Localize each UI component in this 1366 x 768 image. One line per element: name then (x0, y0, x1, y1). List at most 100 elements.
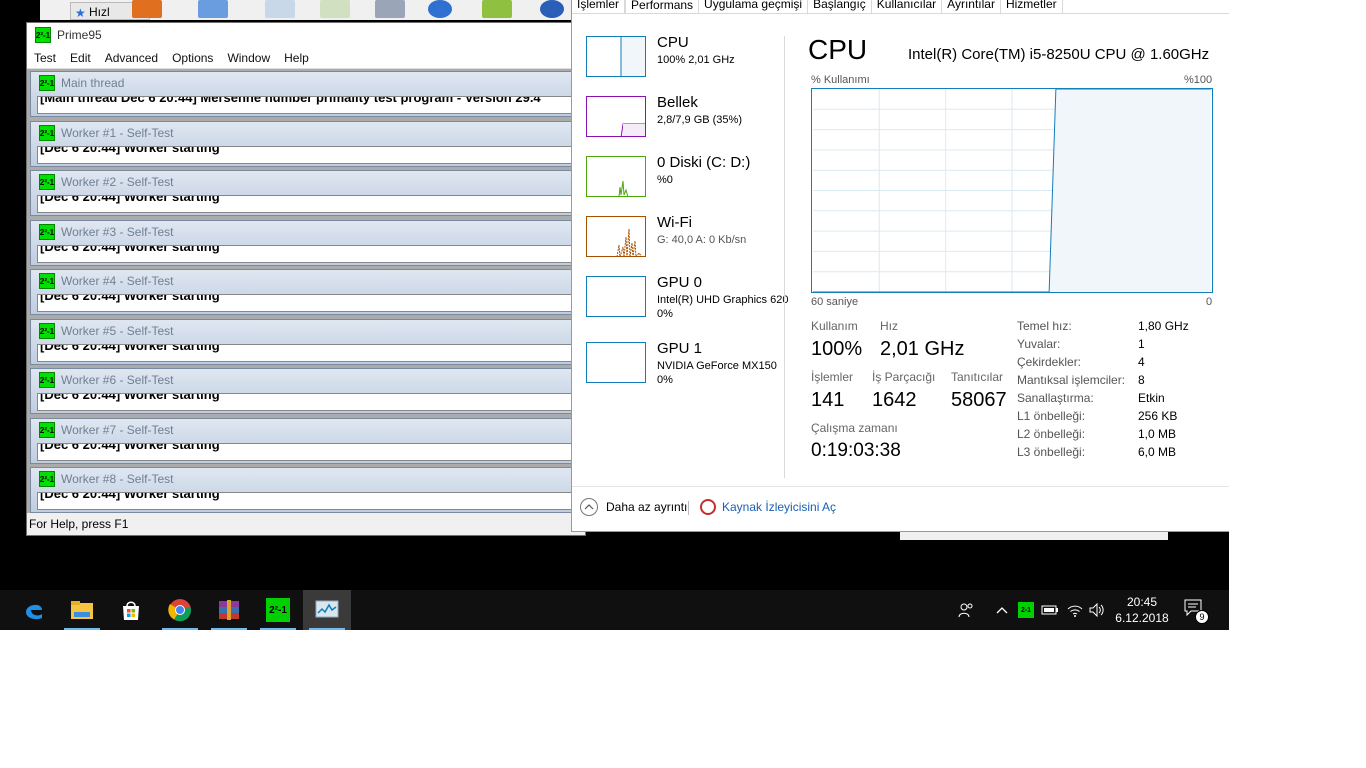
cpu-model-name: Intel(R) Core(TM) i5-8250U CPU @ 1.60GHz (908, 46, 1210, 63)
magic-icon[interactable] (482, 0, 512, 18)
action-center-button[interactable]: 9 (1183, 598, 1209, 624)
child-window-title: Worker #3 - Self-Test (61, 225, 174, 239)
prime95-icon: 2²-1 (39, 125, 55, 141)
sidebar-item-memory[interactable]: Bellek 2,8/7,9 GB (35%) (586, 88, 786, 138)
prime95-tray-icon[interactable]: 2-1 (1016, 600, 1036, 620)
child-window-output: [Dec 6 20:44] Worker starting (37, 146, 572, 164)
worker-3-window[interactable]: 2²-1 Worker #3 - Self-Test [Dec 6 20:44] … (30, 220, 572, 266)
menu-window[interactable]: Window (220, 47, 277, 68)
worker-7-window[interactable]: 2²-1 Worker #7 - Self-Test [Dec 6 20:44] … (30, 418, 572, 464)
sidebar-item-detail: Intel(R) UHD Graphics 620 (657, 294, 789, 306)
sidebar-item-detail-2: 0% (657, 308, 673, 320)
spec-logical-label: Mantıksal işlemciler: (1017, 373, 1126, 387)
tab-services[interactable]: Hizmetler (1001, 0, 1063, 13)
sidebar-item-gpu0[interactable]: GPU 0 Intel(R) UHD Graphics 620 0% (586, 268, 789, 320)
menu-test[interactable]: Test (27, 47, 63, 68)
tab-details[interactable]: Ayrıntılar (942, 0, 1001, 13)
open-resource-monitor-link[interactable]: Kaynak İzleyicisini Aç (700, 497, 836, 517)
menu-help[interactable]: Help (277, 47, 316, 68)
fewer-details-button[interactable]: Daha az ayrıntı (580, 497, 687, 517)
performance-sidebar: CPU 100% 2,01 GHz Bellek 2,8/7,9 GB (35%… (572, 28, 789, 468)
child-window-title: Worker #7 - Self-Test (61, 423, 174, 437)
worker-2-window[interactable]: 2²-1 Worker #2 - Self-Test [Dec 6 20:44] … (30, 170, 572, 216)
chevron-up-icon[interactable] (992, 600, 1012, 620)
toolbar-icon-2[interactable] (198, 0, 228, 18)
worker-4-window[interactable]: 2²-1 Worker #4 - Self-Test [Dec 6 20:44] … (30, 269, 572, 315)
info-icon[interactable] (540, 0, 564, 18)
child-window-output: [Dec 6 20:44] Worker starting (37, 245, 572, 263)
spec-l1-value: 256 KB (1138, 409, 1178, 423)
search-icon[interactable] (428, 0, 452, 18)
prime95-taskbar-glyph: 2²-1 (266, 598, 290, 622)
processes-label: İşlemler (811, 370, 854, 384)
child-window-title: Worker #8 - Self-Test (61, 472, 174, 486)
sidebar-item-wifi[interactable]: Wi-Fi G: 40,0 A: 0 Kb/sn (586, 208, 786, 258)
sidebar-item-cpu[interactable]: CPU 100% 2,01 GHz (586, 28, 786, 78)
sidebar-divider[interactable] (784, 36, 785, 478)
toolbar-icon-1[interactable] (132, 0, 162, 18)
quick-access-label: Hızl (89, 5, 110, 19)
edge-icon[interactable] (10, 590, 58, 630)
worker-5-window[interactable]: 2²-1 Worker #5 - Self-Test [Dec 6 20:44] … (30, 319, 572, 365)
tab-users[interactable]: Kullanıcılar (872, 0, 943, 13)
file-explorer-icon[interactable] (58, 590, 106, 630)
spec-sockets-label: Yuvalar: (1017, 337, 1061, 351)
tab-processes[interactable]: İşlemler (572, 0, 626, 13)
sidebar-item-disk[interactable]: 0 Diski (C: D:) %0 (586, 148, 786, 198)
system-clock[interactable]: 20:45 6.12.2018 (1112, 594, 1172, 626)
prime95-icon: 2²-1 (39, 224, 55, 240)
prime95-title: Prime95 (57, 28, 102, 42)
sidebar-item-gpu1[interactable]: GPU 1 NVIDIA GeForce MX150 0% (586, 334, 786, 386)
store-icon[interactable] (107, 590, 155, 630)
sidebar-item-name: CPU (657, 34, 689, 51)
spec-l3-value: 6,0 MB (1138, 445, 1177, 459)
cpu-usage-graph (811, 88, 1213, 293)
open-resource-monitor-label: Kaynak İzleyicisini Aç (722, 500, 837, 514)
winrar-icon[interactable] (205, 590, 253, 630)
star-icon: ★ (75, 6, 86, 20)
spec-l3-label: L3 önbelleği: (1017, 445, 1086, 459)
toolbar-icon-3[interactable] (265, 0, 295, 18)
worker-1-window[interactable]: 2²-1 Worker #1 - Self-Test [Dec 6 20:44] … (30, 121, 572, 167)
sidebar-item-detail-2: 0% (657, 374, 673, 386)
prime95-mdi-area: 2²-1 Main thread [Main thread Dec 6 20:44… (27, 69, 572, 514)
task-manager-icon[interactable] (303, 590, 351, 630)
prime95-icon[interactable]: 2²-1 (254, 590, 302, 630)
child-window-title: Main thread (61, 76, 125, 90)
worker-8-window[interactable]: 2²-1 Worker #8 - Self-Test [Dec 6 20:44] … (30, 467, 572, 513)
taskbar: 2²-1 2-1 20:45 6.12.2018 9 (0, 590, 1229, 630)
worker-6-window[interactable]: 2²-1 Worker #6 - Self-Test [Dec 6 20:44] … (30, 368, 572, 414)
time-axis-zero: 0 (1206, 296, 1213, 308)
tab-startup[interactable]: Başlangıç (808, 0, 872, 13)
menu-advanced[interactable]: Advanced (98, 47, 165, 68)
volume-icon[interactable] (1087, 600, 1107, 620)
spec-sockets-value: 1 (1138, 337, 1145, 351)
chevron-up-icon (580, 498, 598, 516)
speed-label: Hız (880, 319, 898, 333)
main-thread-window[interactable]: 2²-1 Main thread [Main thread Dec 6 20:44… (30, 71, 572, 117)
spec-base-speed-label: Temel hız: (1017, 319, 1072, 333)
cpu-thumbnail (586, 36, 646, 77)
tab-app-history[interactable]: Uygulama geçmişi (699, 0, 809, 13)
child-window-output: [Dec 6 20:44] Worker starting (37, 195, 572, 213)
toolbar-icon-4[interactable] (320, 0, 350, 18)
sidebar-item-name: 0 Diski (C: D:) (657, 154, 751, 171)
memory-thumbnail (586, 96, 646, 137)
prime95-icon: 2²-1 (39, 323, 55, 339)
chrome-icon[interactable] (156, 590, 204, 630)
battery-icon[interactable] (1040, 600, 1060, 620)
menu-edit[interactable]: Edit (63, 47, 98, 68)
tab-performance[interactable]: Performans (625, 0, 700, 13)
child-window-title: Worker #1 - Self-Test (61, 126, 174, 140)
menu-options[interactable]: Options (165, 47, 220, 68)
child-window-output: [Dec 6 20:44] Worker starting (37, 443, 572, 461)
people-icon[interactable] (956, 600, 976, 620)
spec-base-speed-value: 1,80 GHz (1138, 319, 1189, 333)
spec-l1-label: L1 önbelleği: (1017, 409, 1086, 423)
wifi-icon[interactable] (1065, 600, 1085, 620)
speed-value: 2,01 GHz (880, 338, 965, 360)
disk-thumbnail (586, 156, 646, 197)
prime95-menu-bar: Test Edit Advanced Options Window Help (27, 47, 585, 69)
toolbar-icon-5[interactable] (375, 0, 405, 18)
prime95-title-bar[interactable]: 2²-1 Prime95 (27, 23, 585, 47)
